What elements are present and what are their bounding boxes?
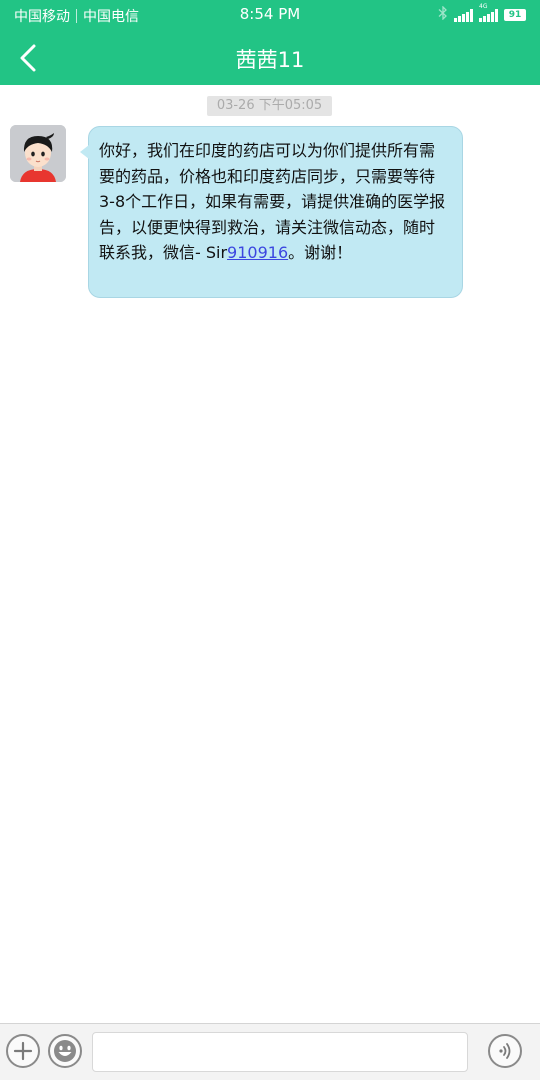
signal-icon-4g: 4G [479,3,498,22]
title-bar: 茜茜11 [0,30,540,85]
emoji-button[interactable] [48,1034,82,1068]
voice-button[interactable] [488,1034,522,1068]
conversation-area[interactable]: 03-26 下午05:05 你好，我们在印度的药店可以为你们提供所有需要的药品，… [0,85,540,1023]
input-bar [0,1023,540,1080]
voice-icon [499,1043,511,1059]
contact-title: 茜茜11 [235,48,305,72]
emoji-icon [54,1040,76,1062]
bluetooth-icon [438,5,448,24]
add-button[interactable] [6,1034,40,1068]
signal-icon [454,8,473,22]
avatar[interactable] [10,125,66,182]
battery-level: 91 [508,9,522,20]
network-badge: 4G [479,2,488,10]
message-text-end: 。谢谢！ [288,243,353,262]
status-bar: 中国移动 中国电信 8:54 PM 4G 91 [0,0,540,30]
avatar-image [10,125,66,182]
status-icons: 4G 91 [438,3,526,24]
plus-icon [13,1041,33,1061]
message-timestamp: 03-26 下午05:05 [207,96,332,116]
message-input[interactable] [92,1032,468,1072]
bubble-tail [80,145,89,159]
message-link[interactable]: 910916 [227,243,288,262]
battery-icon: 91 [504,9,526,21]
message-bubble[interactable]: 你好，我们在印度的药店可以为你们提供所有需要的药品，价格也和印度药店同步，只需要… [80,126,463,298]
